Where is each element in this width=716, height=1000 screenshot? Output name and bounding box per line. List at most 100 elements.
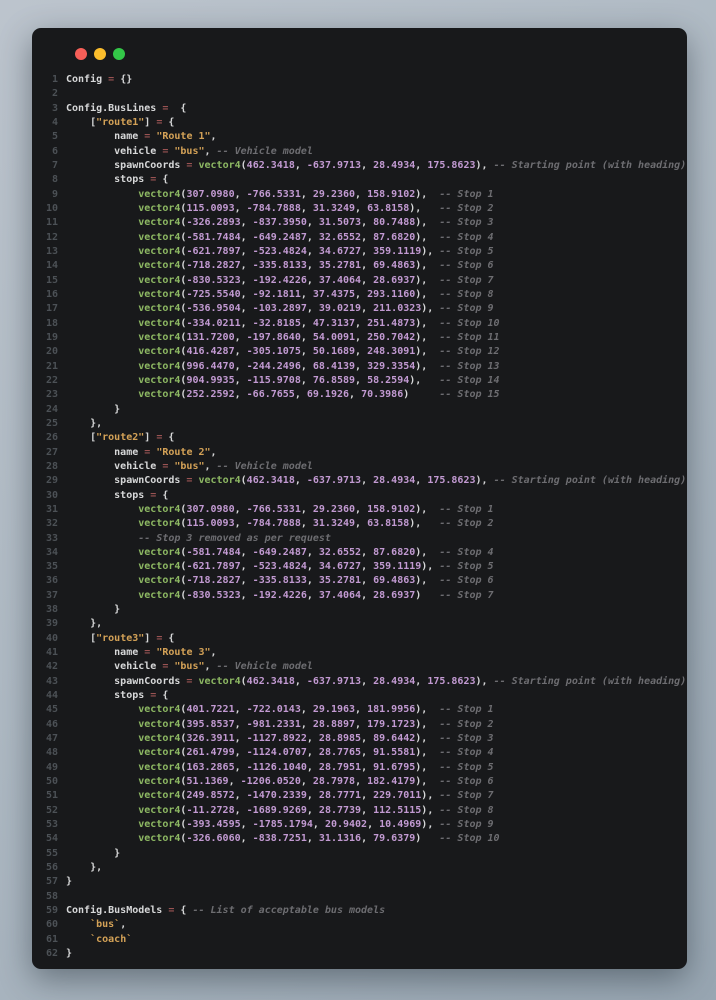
code-text: spawnCoords = vector4(462.3418, -637.971… <box>66 474 686 488</box>
line-number: 12 <box>40 231 58 245</box>
code-line: 55 } <box>40 847 677 861</box>
code-text: vector4(904.9935, -115.9708, 76.8589, 58… <box>66 374 500 388</box>
line-number: 18 <box>40 317 58 331</box>
code-line: 30 stops = { <box>40 489 677 503</box>
line-number: 32 <box>40 517 58 531</box>
code-line: 54 vector4(-326.6060, -838.7251, 31.1316… <box>40 832 677 846</box>
code-text: vector4(252.2592, -66.7655, 69.1926, 70.… <box>66 388 500 402</box>
code-line: 37 vector4(-830.5323, -192.4226, 37.4064… <box>40 589 677 603</box>
code-line: 25 }, <box>40 417 677 431</box>
line-number: 14 <box>40 259 58 273</box>
code-line: 60 `bus`, <box>40 918 677 932</box>
code-line: 9 vector4(307.0980, -766.5331, 29.2360, … <box>40 188 677 202</box>
line-number: 58 <box>40 890 58 904</box>
code-line: 16 vector4(-725.5540, -92.1811, 37.4375,… <box>40 288 677 302</box>
code-text: vector4(261.4799, -1124.0707, 28.7765, 9… <box>66 746 494 760</box>
code-text: } <box>66 847 120 861</box>
code-line: 49 vector4(163.2865, -1126.1040, 28.7951… <box>40 761 677 775</box>
line-number: 20 <box>40 345 58 359</box>
code-line: 35 vector4(-621.7897, -523.4824, 34.6727… <box>40 560 677 574</box>
code-text: } <box>66 947 72 961</box>
code-line: 15 vector4(-830.5323, -192.4226, 37.4064… <box>40 274 677 288</box>
code-line: 42 vehicle = "bus", -- Vehicle model <box>40 660 677 674</box>
code-line: 11 vector4(-326.2893, -837.3950, 31.5073… <box>40 216 677 230</box>
line-number: 22 <box>40 374 58 388</box>
code-area: 1Config = {}2 3Config.BusLines = {4 ["ro… <box>32 73 687 969</box>
maximize-button[interactable] <box>113 48 125 60</box>
code-line: 58 <box>40 890 677 904</box>
code-text: vector4(307.0980, -766.5331, 29.2360, 15… <box>66 503 494 517</box>
code-text: vector4(-830.5323, -192.4226, 37.4064, 2… <box>66 274 494 288</box>
line-number: 26 <box>40 431 58 445</box>
code-text: vector4(395.8537, -981.2331, 28.8897, 17… <box>66 718 494 732</box>
code-text: vector4(-326.6060, -838.7251, 31.1316, 7… <box>66 832 500 846</box>
line-number: 33 <box>40 532 58 546</box>
code-text: vector4(-830.5323, -192.4226, 37.4064, 2… <box>66 589 494 603</box>
code-text: vector4(307.0980, -766.5331, 29.2360, 15… <box>66 188 494 202</box>
code-line: 40 ["route3"] = { <box>40 632 677 646</box>
code-line: 51 vector4(249.8572, -1470.2339, 28.7771… <box>40 789 677 803</box>
code-line: 19 vector4(131.7200, -197.8640, 54.0091,… <box>40 331 677 345</box>
line-number: 36 <box>40 574 58 588</box>
code-text: stops = { <box>66 689 168 703</box>
line-number: 15 <box>40 274 58 288</box>
code-text: vector4(996.4470, -244.2496, 68.4139, 32… <box>66 360 500 374</box>
code-line: 46 vector4(395.8537, -981.2331, 28.8897,… <box>40 718 677 732</box>
line-number: 42 <box>40 660 58 674</box>
line-number: 60 <box>40 918 58 932</box>
line-number: 23 <box>40 388 58 402</box>
code-line: 47 vector4(326.3911, -1127.8922, 28.8985… <box>40 732 677 746</box>
code-text: vector4(-393.4595, -1785.1794, 20.9402, … <box>66 818 494 832</box>
code-line: 50 vector4(51.1369, -1206.0520, 28.7978,… <box>40 775 677 789</box>
code-line: 24 } <box>40 403 677 417</box>
code-line: 18 vector4(-334.0211, -32.8185, 47.3137,… <box>40 317 677 331</box>
code-line: 61 `coach` <box>40 933 677 947</box>
window-titlebar <box>32 28 687 63</box>
line-number: 4 <box>40 116 58 130</box>
code-text: vector4(51.1369, -1206.0520, 28.7978, 18… <box>66 775 494 789</box>
code-line: 57} <box>40 875 677 889</box>
code-text: vector4(-334.0211, -32.8185, 47.3137, 25… <box>66 317 500 331</box>
line-number: 61 <box>40 933 58 947</box>
code-text: Config.BusLines = { <box>66 102 186 116</box>
code-text: vector4(416.4287, -305.1075, 50.1689, 24… <box>66 345 500 359</box>
line-number: 11 <box>40 216 58 230</box>
line-number: 5 <box>40 130 58 144</box>
code-line: 14 vector4(-718.2827, -335.8133, 35.2781… <box>40 259 677 273</box>
line-number: 6 <box>40 145 58 159</box>
line-number: 47 <box>40 732 58 746</box>
code-line: 43 spawnCoords = vector4(462.3418, -637.… <box>40 675 677 689</box>
code-line: 26 ["route2"] = { <box>40 431 677 445</box>
line-number: 55 <box>40 847 58 861</box>
line-number: 25 <box>40 417 58 431</box>
code-line: 4 ["route1"] = { <box>40 116 677 130</box>
line-number: 27 <box>40 446 58 460</box>
code-text: }, <box>66 617 102 631</box>
line-number: 1 <box>40 73 58 87</box>
minimize-button[interactable] <box>94 48 106 60</box>
line-number: 29 <box>40 474 58 488</box>
code-text: vector4(326.3911, -1127.8922, 28.8985, 8… <box>66 732 494 746</box>
code-text <box>66 890 72 904</box>
code-line: 22 vector4(904.9935, -115.9708, 76.8589,… <box>40 374 677 388</box>
code-text: name = "Route 1", <box>66 130 217 144</box>
line-number: 50 <box>40 775 58 789</box>
code-text: name = "Route 2", <box>66 446 217 460</box>
line-number: 39 <box>40 617 58 631</box>
code-line: 41 name = "Route 3", <box>40 646 677 660</box>
code-line: 13 vector4(-621.7897, -523.4824, 34.6727… <box>40 245 677 259</box>
code-text: name = "Route 3", <box>66 646 217 660</box>
line-number: 59 <box>40 904 58 918</box>
code-text: vector4(115.0093, -784.7888, 31.3249, 63… <box>66 202 494 216</box>
code-line: 52 vector4(-11.2728, -1689.9269, 28.7739… <box>40 804 677 818</box>
line-number: 2 <box>40 87 58 101</box>
line-number: 51 <box>40 789 58 803</box>
code-text: vector4(401.7221, -722.0143, 29.1963, 18… <box>66 703 494 717</box>
close-button[interactable] <box>75 48 87 60</box>
code-text: vector4(163.2865, -1126.1040, 28.7951, 9… <box>66 761 494 775</box>
code-line: 8 stops = { <box>40 173 677 187</box>
code-text: } <box>66 403 120 417</box>
code-line: 44 stops = { <box>40 689 677 703</box>
code-text: spawnCoords = vector4(462.3418, -637.971… <box>66 675 686 689</box>
code-line: 5 name = "Route 1", <box>40 130 677 144</box>
